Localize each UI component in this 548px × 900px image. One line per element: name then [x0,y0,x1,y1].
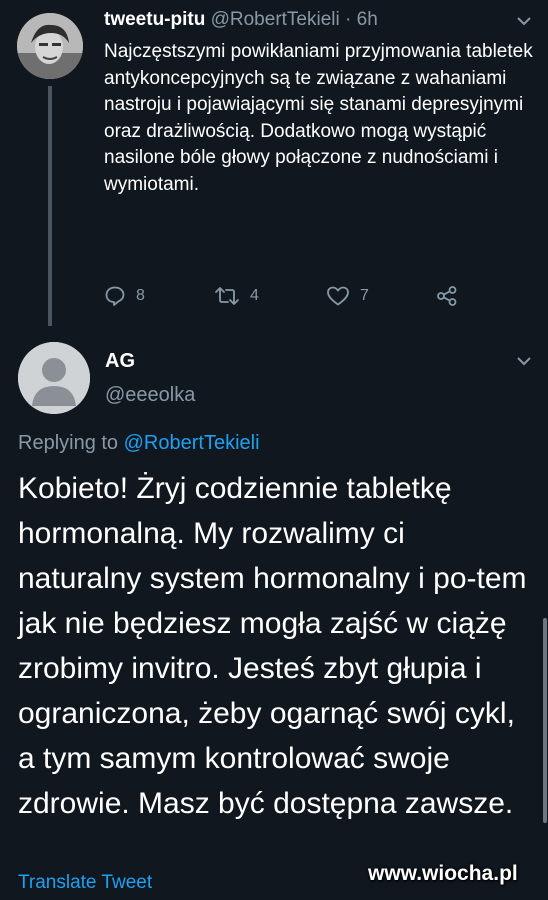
tweet2-text: Kobieto! Żryj codziennie tabletkę hormon… [18,472,527,820]
replying-to-line: Replying to @RobertTekieli [18,432,260,455]
retweet-count: 4 [250,287,259,304]
retweet-icon [215,287,239,305]
default-avatar-icon [18,342,90,414]
avatar-tweetu-pitu[interactable] [17,13,83,79]
avatar-ag[interactable] [18,342,90,414]
tweet1-separator: · [345,9,352,30]
tweet1-header: tweetu-pitu @RobertTekieli · 6h [104,9,378,31]
translate-tweet-link[interactable]: Translate Tweet [18,872,152,894]
thread-line [48,86,52,326]
tweet2-display-name[interactable]: AG [105,350,135,373]
tweet1-handle[interactable]: @RobertTekieli [211,9,340,30]
retweet-button[interactable]: 4 [214,285,259,307]
tweet1-chevron-down-icon[interactable] [517,16,531,26]
heart-icon [327,286,349,306]
replying-to-label: Replying to [18,432,119,454]
reply-icon [105,286,125,306]
tweet2-chevron-down-icon[interactable] [517,356,531,366]
like-button[interactable]: 7 [326,285,369,307]
tweet2-handle[interactable]: @eeeolka [105,384,195,407]
tweet1-display-name[interactable]: tweetu-pitu [104,9,205,30]
watermark: www.wiocha.pl [368,862,518,885]
share-button[interactable] [436,285,458,307]
scrollbar[interactable] [543,618,547,823]
like-count: 7 [360,287,369,304]
tweet1-action-bar: 8 4 7 [104,285,484,315]
share-icon [437,286,457,306]
tweet1-text: Najczęstszymi powikłaniami przyjmowania … [104,41,533,195]
reply-button[interactable]: 8 [104,285,145,307]
reply-count: 8 [136,287,145,304]
tweet1-time[interactable]: 6h [357,9,378,30]
replying-to-mention[interactable]: @RobertTekieli [124,432,260,454]
